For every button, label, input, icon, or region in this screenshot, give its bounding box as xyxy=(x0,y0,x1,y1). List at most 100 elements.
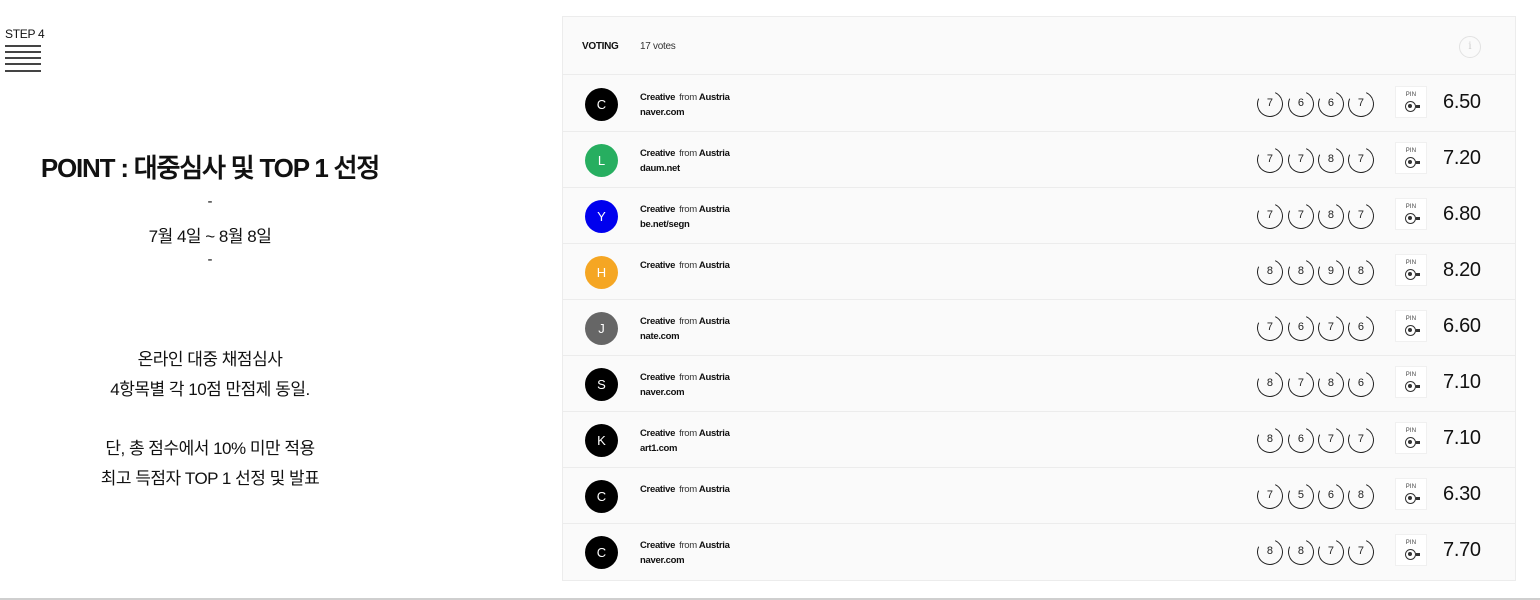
score-circle: 7 xyxy=(1253,143,1287,177)
score-circle: 6 xyxy=(1284,423,1318,457)
pin-button[interactable]: PIN xyxy=(1395,310,1427,342)
voter-info: Creative from Austria naver.com xyxy=(640,370,730,400)
pin-button[interactable]: PIN xyxy=(1395,366,1427,398)
voter-info: Creative from Austria xyxy=(640,258,730,273)
score-circle: 7 xyxy=(1314,311,1348,345)
score-circle: 8 xyxy=(1314,143,1348,177)
pin-icon-tick xyxy=(1416,441,1420,444)
score-value: 7 xyxy=(1266,97,1273,110)
score-circle: 7 xyxy=(1284,143,1318,177)
score-circle: 8 xyxy=(1253,367,1287,401)
vote-row: C Creative from Austria naver.com 7 6 6 7 PIN 6.50 xyxy=(563,76,1515,132)
pin-label: PIN xyxy=(1405,204,1417,210)
score-value: 5 xyxy=(1297,489,1304,502)
score-value: 8 xyxy=(1266,265,1273,278)
pin-label: PIN xyxy=(1405,372,1417,378)
score-value: 6 xyxy=(1297,433,1304,446)
pin-button[interactable]: PIN xyxy=(1395,534,1427,566)
period-text: 7월 4일 ~ 8월 8일 xyxy=(148,227,272,246)
avatar[interactable]: C xyxy=(585,480,618,513)
divider-dash-bottom: - xyxy=(207,251,213,268)
pin-icon xyxy=(1405,157,1416,168)
pin-icon xyxy=(1405,437,1416,448)
pin-label: PIN xyxy=(1405,316,1417,322)
info-icon[interactable]: i xyxy=(1459,36,1481,58)
voter-country: Austria xyxy=(698,204,730,215)
score-value: 8 xyxy=(1327,377,1334,390)
voter-country: Austria xyxy=(698,260,730,271)
voter-site: naver.com xyxy=(640,555,685,566)
score-value: 7 xyxy=(1297,209,1304,222)
avatar[interactable]: C xyxy=(585,88,618,121)
score-value: 7 xyxy=(1266,209,1273,222)
pin-label: PIN xyxy=(1405,540,1417,546)
score-value: 8 xyxy=(1266,377,1273,390)
score-circle: 7 xyxy=(1314,535,1348,569)
score-value: 8 xyxy=(1327,153,1334,166)
description-line-1: 온라인 대중 채점심사 xyxy=(137,350,283,369)
voter-site: daum.net xyxy=(640,163,680,174)
score-circle: 7 xyxy=(1344,199,1378,233)
pin-button[interactable]: PIN xyxy=(1395,478,1427,510)
score-circle: 9 xyxy=(1314,255,1348,289)
avatar[interactable]: Y xyxy=(585,200,618,233)
score-value: 7 xyxy=(1297,377,1304,390)
score-circle: 7 xyxy=(1284,199,1318,233)
vote-row: L Creative from Austria daum.net 7 7 8 7 PIN 7.20 xyxy=(563,132,1515,188)
score-circle: 8 xyxy=(1344,479,1378,513)
score-circle: 7 xyxy=(1253,199,1287,233)
score-value: 7 xyxy=(1357,97,1364,110)
score-value: 7 xyxy=(1327,433,1334,446)
score-circle: 8 xyxy=(1314,199,1348,233)
score-value: 7 xyxy=(1357,433,1364,446)
avatar[interactable]: J xyxy=(585,312,618,345)
score-value: 9 xyxy=(1327,265,1334,278)
avatar[interactable]: S xyxy=(585,368,618,401)
avatar[interactable]: L xyxy=(585,144,618,177)
average-score: 6.80 xyxy=(1443,203,1481,225)
score-circle: 7 xyxy=(1284,367,1318,401)
score-circle: 7 xyxy=(1344,143,1378,177)
pin-label: PIN xyxy=(1405,428,1417,434)
pin-button[interactable]: PIN xyxy=(1395,86,1427,118)
pin-button[interactable]: PIN xyxy=(1395,254,1427,286)
voter-site: nate.com xyxy=(640,331,680,342)
score-circle: 6 xyxy=(1284,87,1318,121)
avatar[interactable]: K xyxy=(585,424,618,457)
score-circle: 7 xyxy=(1344,423,1378,457)
vote-row: H Creative from Austria 8 8 9 8 PIN 8.20 xyxy=(563,244,1515,300)
pin-icon xyxy=(1405,101,1416,112)
score-value: 6 xyxy=(1327,97,1334,110)
score-value: 6 xyxy=(1357,377,1364,390)
avatar[interactable]: C xyxy=(585,536,618,569)
score-value: 8 xyxy=(1357,489,1364,502)
vote-row: Y Creative from Austria be.net/segn 7 7 8 7 PIN 6.… xyxy=(563,188,1515,244)
pin-icon xyxy=(1405,325,1416,336)
menu-icon[interactable] xyxy=(5,45,41,73)
score-circle: 8 xyxy=(1284,535,1318,569)
from-label: from xyxy=(679,540,697,551)
voter-site: be.net/segn xyxy=(640,219,690,230)
voter-country: Austria xyxy=(698,148,730,159)
score-circle: 6 xyxy=(1284,311,1318,345)
score-circle: 7 xyxy=(1253,311,1287,345)
from-label: from xyxy=(679,204,697,215)
pin-label: PIN xyxy=(1405,92,1417,98)
average-score: 8.20 xyxy=(1443,259,1481,281)
pin-button[interactable]: PIN xyxy=(1395,422,1427,454)
score-value: 7 xyxy=(1297,153,1304,166)
pin-icon-tick xyxy=(1416,329,1420,332)
pin-label: PIN xyxy=(1405,260,1417,266)
score-value: 8 xyxy=(1297,265,1304,278)
score-value: 6 xyxy=(1297,321,1304,334)
score-circle: 8 xyxy=(1314,367,1348,401)
divider-dash-top: - xyxy=(207,193,213,210)
pin-icon-tick xyxy=(1416,497,1420,500)
score-circle: 8 xyxy=(1253,535,1287,569)
voting-panel: VOTING 17 votes i C Creative from Austria na… xyxy=(562,16,1516,581)
voter-info: Creative from Austria naver.com xyxy=(640,538,730,568)
pin-button[interactable]: PIN xyxy=(1395,142,1427,174)
pin-button[interactable]: PIN xyxy=(1395,198,1427,230)
pin-icon xyxy=(1405,269,1416,280)
avatar[interactable]: H xyxy=(585,256,618,289)
